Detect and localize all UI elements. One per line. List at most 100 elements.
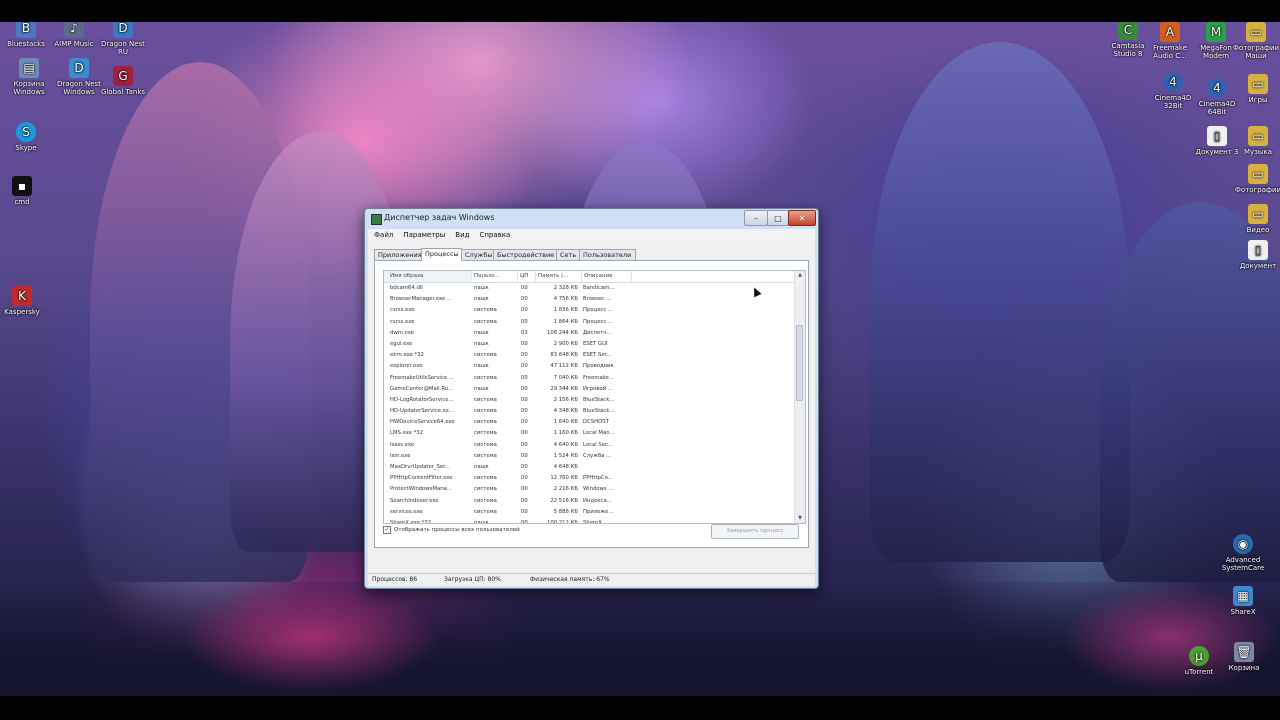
desktop-icon-document[interactable]: ▯ Документ <box>1230 240 1280 270</box>
desktop-icon-cmd[interactable]: ▪ cmd <box>0 176 50 206</box>
table-row[interactable]: ProtectWindowsMana... система 00 2 216 КБ Wi… <box>384 484 794 495</box>
desktop-icon-sharex[interactable]: ▦ ShareX <box>1215 586 1271 616</box>
process-cpu: 00 <box>521 374 528 381</box>
tab-users[interactable]: Пользователи <box>579 249 636 260</box>
desktop-icon-photos-masha[interactable]: ▭ Фотографии Маши <box>1228 22 1280 60</box>
table-row[interactable]: GameCenter@Mail.Ru... пашк 00 29 344 КБ Игро… <box>384 384 794 395</box>
process-user: система <box>474 452 497 459</box>
process-description: PPHttpCo... <box>583 475 613 482</box>
desktop-icon-label: Dragon Nest RU <box>101 40 145 56</box>
table-row[interactable]: explorer.exe пашк 00 47 112 КБ Проводник <box>384 361 794 372</box>
process-memory: 108 244 КБ <box>547 329 578 336</box>
scroll-up-arrow[interactable]: ▲ <box>796 271 804 280</box>
process-memory: 4 640 КБ <box>553 441 578 448</box>
table-row[interactable]: bdcam64.dll пашк 00 2 328 КБ Bandicam... <box>384 283 794 294</box>
camtasia-icon: C <box>1118 22 1138 40</box>
desktop-icon-advanced-systemcare[interactable]: ◉ Advanced SystemCare <box>1215 534 1271 572</box>
desktop-icon-label: Игры <box>1248 96 1268 104</box>
process-cpu: 00 <box>521 497 528 504</box>
column-image-name[interactable]: Имя образа <box>384 271 472 282</box>
menu-options[interactable]: Параметры <box>397 229 449 239</box>
table-row[interactable]: services.exe система 00 5 888 КБ Приложе... <box>384 507 794 518</box>
process-memory: 1 524 КБ <box>553 452 578 459</box>
menu-view[interactable]: Вид <box>449 229 473 239</box>
process-list[interactable]: Имя образа Пользо... ЦП Память (... Опис… <box>383 270 806 524</box>
tab-performance[interactable]: Быстродействие <box>493 249 557 260</box>
desktop-icon-label: Kaspersky <box>4 308 40 316</box>
process-name: MaxDrvrUpdater_Ser... <box>390 464 450 470</box>
process-user: пашк <box>474 340 489 347</box>
window-title: Диспетчер задач Windows <box>384 213 495 222</box>
column-cpu[interactable]: ЦП <box>518 271 536 282</box>
tab-services[interactable]: Службы <box>461 249 494 260</box>
table-row[interactable]: lsass.exe система 00 4 640 КБ Local Sec... <box>384 440 794 451</box>
table-row[interactable]: HWDeviceService64.exe система 00 1 640 КБ DC… <box>384 417 794 428</box>
table-row[interactable]: PPHttpContentFilter.exe система 00 12 760 К… <box>384 473 794 484</box>
desktop-icon-games[interactable]: ▭ Игры <box>1230 74 1280 104</box>
process-description: Приложе... <box>583 508 614 515</box>
column-user[interactable]: Пользо... <box>472 271 518 282</box>
column-description[interactable]: Описание <box>582 271 632 282</box>
vertical-scrollbar[interactable]: ▲ ▼ <box>794 271 805 523</box>
freemake-icon: A <box>1160 22 1180 42</box>
show-all-processes-checkbox[interactable]: ✓ <box>383 526 391 534</box>
process-user: система <box>474 352 497 359</box>
menu-file[interactable]: Файл <box>368 229 397 239</box>
tab-processes[interactable]: Процессы <box>421 248 462 261</box>
table-row[interactable]: csrss.exe система 00 1 864 КБ Процесс ... <box>384 317 794 328</box>
end-process-button[interactable]: Завершить процесс <box>711 524 799 539</box>
process-name: csrss.exe <box>390 318 415 325</box>
table-row[interactable]: dwm.exe пашк 03 108 244 КБ Диспетч... <box>384 328 794 339</box>
table-row[interactable]: SearchIndexer.exe система 00 22 516 КБ Индек… <box>384 496 794 507</box>
process-name: SearchIndexer.exe <box>390 497 439 504</box>
process-memory: 12 760 КБ <box>550 475 578 482</box>
process-user: система <box>474 441 497 448</box>
process-name: HD-LogRotatorService... <box>390 396 454 403</box>
desktop-icon-recycle-bin[interactable]: 🗑 Корзина <box>1216 642 1272 672</box>
desktop-icon-music[interactable]: ▭ Музыка <box>1230 126 1280 156</box>
table-row[interactable]: LMS.exe *32 система 00 1 160 КБ Local Man... <box>384 428 794 439</box>
tab-network[interactable]: Сеть <box>556 249 580 260</box>
desktop-icon-recycle-windows[interactable]: ▤ Корзина Windows <box>1 58 57 96</box>
table-row[interactable]: HD-LogRotatorService... система 00 2 156 КБ… <box>384 395 794 406</box>
tank-icon: G <box>113 66 133 86</box>
scroll-down-arrow[interactable]: ▼ <box>796 514 804 523</box>
column-memory[interactable]: Память (... <box>536 271 582 282</box>
process-memory: 2 328 КБ <box>553 285 578 291</box>
menu-help[interactable]: Справка <box>473 229 514 239</box>
desktop-icon-aimp[interactable]: ♪ AIMP Music <box>46 22 102 48</box>
desktop-icon-dragon-nest-ru[interactable]: D Dragon Nest RU <box>95 22 151 56</box>
maximize-button[interactable]: □ <box>767 210 789 226</box>
desktop-icon-skype[interactable]: S Skype <box>0 122 54 152</box>
process-description: ESET GUI <box>583 340 608 347</box>
title-bar[interactable]: Диспетчер задач Windows – □ ✕ <box>365 209 818 229</box>
process-user: система <box>474 486 497 493</box>
process-name: BrowserManager.exe ... <box>390 296 453 303</box>
desktop-icon-video[interactable]: ▭ Видео <box>1230 204 1280 234</box>
table-row[interactable]: HD-UpdaterService.ex... система 00 4 348 КБ… <box>384 406 794 417</box>
table-row[interactable]: ekrn.exe *32 система 00 83 648 КБ ESET Ser..… <box>384 350 794 361</box>
tab-applications[interactable]: Приложения <box>374 249 422 260</box>
scrollbar-thumb[interactable] <box>796 325 803 401</box>
table-row[interactable]: FreemakeUtilsService.... система 00 7 040 К… <box>384 373 794 384</box>
table-row[interactable]: lsm.exe система 00 1 524 КБ Служба ... <box>384 451 794 462</box>
desktop-icon-global-tanks[interactable]: G Global Tanks <box>95 66 151 96</box>
table-row[interactable]: MaxDrvrUpdater_Ser... пашк 00 4 648 КБ <box>384 462 794 473</box>
skype-icon: S <box>16 122 36 142</box>
utorrent-icon: μ <box>1189 646 1209 666</box>
close-button[interactable]: ✕ <box>788 210 816 226</box>
desktop-icon-kaspersky[interactable]: K Kaspersky <box>0 286 50 316</box>
task-manager-window[interactable]: Диспетчер задач Windows – □ ✕ Файл Параме… <box>364 208 819 589</box>
wallpaper-peak <box>870 42 1130 562</box>
table-row[interactable]: csrss.exe система 00 1 836 КБ Процесс ... <box>384 305 794 316</box>
process-description: Индекса... <box>583 497 612 504</box>
table-row[interactable]: egui.exe пашк 00 2 900 КБ ESET GUI <box>384 339 794 350</box>
desktop-icon-photos[interactable]: ▭ Фотографии <box>1230 164 1280 194</box>
process-description: Local Sec... <box>583 441 613 448</box>
minimize-button[interactable]: – <box>744 210 768 226</box>
dragon-nest-icon: D <box>69 58 89 78</box>
process-memory: 83 648 КБ <box>550 352 578 359</box>
process-user: пашк <box>474 385 489 392</box>
table-row[interactable]: BrowserManager.exe ... пашк 00 4 756 КБ Brow… <box>384 294 794 305</box>
show-all-processes-row[interactable]: ✓ Отображать процессы всех пользователей <box>383 526 520 534</box>
